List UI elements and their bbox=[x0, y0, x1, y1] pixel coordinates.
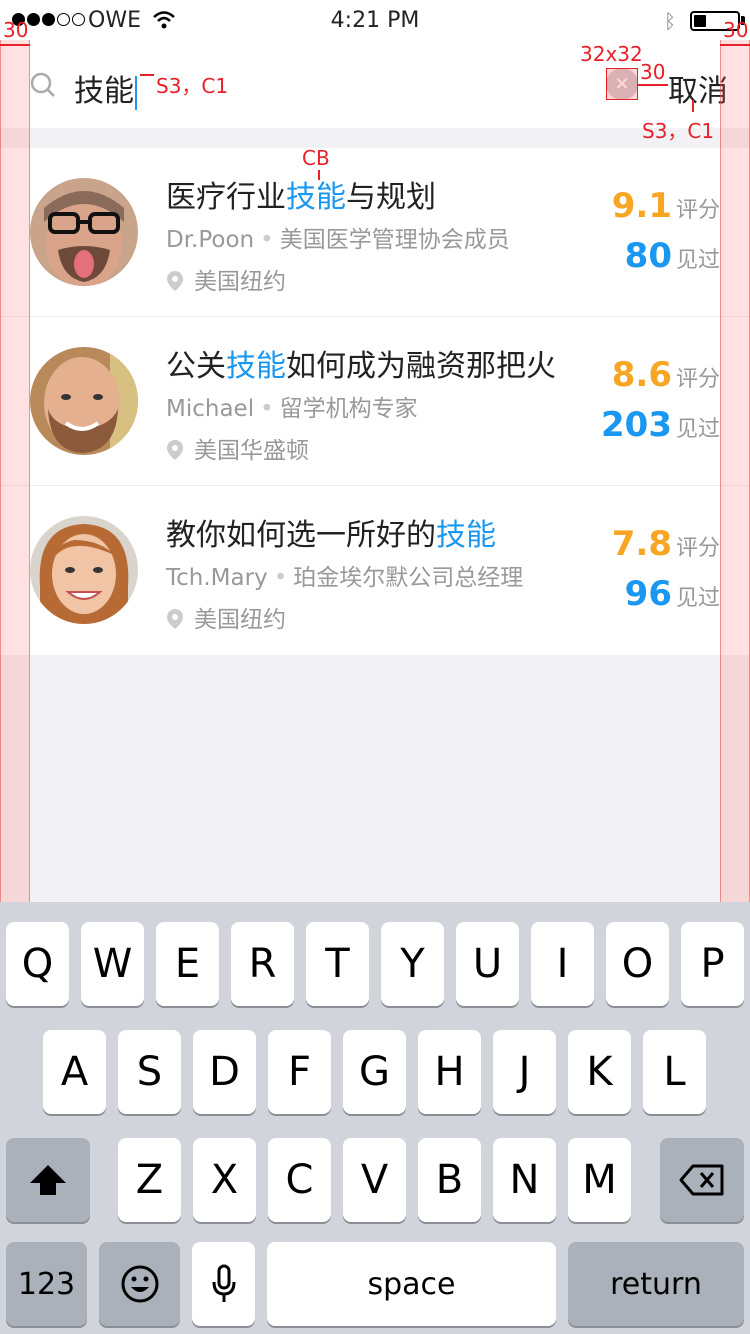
avatar bbox=[30, 347, 138, 455]
search-query: 技能 bbox=[74, 74, 134, 109]
location-pin-icon bbox=[167, 609, 183, 629]
emoji-key[interactable] bbox=[99, 1242, 180, 1326]
key-o[interactable]: O bbox=[606, 922, 669, 1006]
list-item[interactable]: 医疗行业技能与规划 Dr.Poon • 美国医学管理协会成员 美国纽约 9.1 评分 … bbox=[0, 148, 750, 317]
seen-count: 203 见过 bbox=[601, 405, 720, 445]
key-x[interactable]: X bbox=[193, 1138, 256, 1222]
key-a[interactable]: A bbox=[43, 1030, 106, 1114]
backspace-icon bbox=[679, 1164, 724, 1196]
shift-key[interactable] bbox=[6, 1138, 90, 1222]
emoji-icon bbox=[121, 1265, 158, 1303]
result-author: Tch.Mary • 珀金埃尔默公司总经理 bbox=[166, 565, 524, 591]
left-margin-label: 30 bbox=[3, 18, 29, 42]
bluetooth-icon: ᛒ bbox=[664, 9, 676, 33]
key-b[interactable]: B bbox=[418, 1138, 481, 1222]
result-location: 美国纽约 bbox=[166, 600, 286, 634]
result-author: Dr.Poon • 美国医学管理协会成员 bbox=[166, 227, 510, 253]
shift-icon bbox=[30, 1165, 66, 1195]
score: 8.6 评分 bbox=[611, 355, 720, 395]
microphone-icon bbox=[212, 1264, 235, 1302]
highlight-style-label: CB bbox=[302, 146, 330, 170]
search-input[interactable]: 技能 bbox=[74, 66, 137, 110]
result-title: 医疗行业技能与规划 bbox=[166, 180, 436, 215]
cancel-style-line bbox=[692, 100, 694, 112]
key-p[interactable]: P bbox=[681, 922, 744, 1006]
clear-gap-label: 30 bbox=[640, 60, 666, 84]
list-item[interactable]: 教你如何选一所好的技能 Tch.Mary • 珀金埃尔默公司总经理 美国纽约 7.8… bbox=[0, 486, 750, 655]
key-k[interactable]: K bbox=[568, 1030, 631, 1114]
key-c[interactable]: C bbox=[268, 1138, 331, 1222]
clear-size-label: 32x32 bbox=[580, 42, 643, 66]
key-m[interactable]: M bbox=[568, 1138, 631, 1222]
clear-size-box bbox=[606, 68, 638, 100]
search-style-line bbox=[140, 74, 154, 76]
key-l[interactable]: L bbox=[643, 1030, 706, 1114]
left-margin-line bbox=[0, 44, 30, 46]
left-margin-guide bbox=[0, 40, 30, 902]
keyword-highlight: 技能 bbox=[286, 180, 346, 215]
keyboard: Q W E R T Y U I O P A S D F G H J K L Z … bbox=[0, 902, 750, 1334]
seen-count: 96 见过 bbox=[624, 574, 720, 614]
score: 9.1 评分 bbox=[611, 186, 720, 226]
avatar bbox=[30, 516, 138, 624]
right-margin-line bbox=[720, 44, 750, 46]
cancel-button[interactable]: 取消 bbox=[668, 66, 728, 110]
key-d[interactable]: D bbox=[193, 1030, 256, 1114]
location-pin-icon bbox=[167, 271, 183, 291]
key-r[interactable]: R bbox=[231, 922, 294, 1006]
right-margin-label: 30 bbox=[723, 18, 749, 42]
avatar bbox=[30, 178, 138, 286]
return-key[interactable]: return bbox=[568, 1242, 744, 1326]
delete-key[interactable] bbox=[660, 1138, 744, 1222]
numbers-key[interactable]: 123 bbox=[6, 1242, 87, 1326]
list-item[interactable]: 公关技能如何成为融资那把火 Michael • 留学机构专家 美国华盛顿 8.6 评分… bbox=[0, 317, 750, 486]
key-t[interactable]: T bbox=[306, 922, 369, 1006]
key-i[interactable]: I bbox=[531, 922, 594, 1006]
keyword-highlight: 技能 bbox=[226, 349, 286, 384]
keyword-highlight: 技能 bbox=[436, 518, 496, 553]
key-f[interactable]: F bbox=[268, 1030, 331, 1114]
result-title: 教你如何选一所好的技能 bbox=[166, 518, 496, 553]
space-key[interactable]: space bbox=[267, 1242, 556, 1326]
key-y[interactable]: Y bbox=[381, 922, 444, 1006]
score: 7.8 评分 bbox=[611, 524, 720, 564]
key-e[interactable]: E bbox=[156, 922, 219, 1006]
key-q[interactable]: Q bbox=[6, 922, 69, 1006]
status-bar: OWE 4:21 PM ᛒ bbox=[0, 0, 750, 40]
seen-count: 80 见过 bbox=[624, 236, 720, 276]
result-title: 公关技能如何成为融资那把火 bbox=[166, 349, 556, 384]
result-location: 美国纽约 bbox=[166, 262, 286, 296]
key-u[interactable]: U bbox=[456, 922, 519, 1006]
search-icon bbox=[30, 72, 55, 97]
text-caret bbox=[135, 75, 137, 110]
result-author: Michael • 留学机构专家 bbox=[166, 396, 418, 422]
result-location: 美国华盛顿 bbox=[166, 431, 309, 465]
key-g[interactable]: G bbox=[343, 1030, 406, 1114]
clock: 4:21 PM bbox=[330, 8, 420, 33]
section-divider bbox=[0, 128, 750, 148]
result-list: 医疗行业技能与规划 Dr.Poon • 美国医学管理协会成员 美国纽约 9.1 评分 … bbox=[0, 148, 750, 655]
key-h[interactable]: H bbox=[418, 1030, 481, 1114]
dictation-key[interactable] bbox=[192, 1242, 255, 1326]
key-v[interactable]: V bbox=[343, 1138, 406, 1222]
location-pin-icon bbox=[167, 440, 183, 460]
key-z[interactable]: Z bbox=[118, 1138, 181, 1222]
search-style-label: S3，C1 bbox=[156, 74, 229, 98]
right-margin-guide bbox=[720, 40, 750, 902]
key-w[interactable]: W bbox=[81, 922, 144, 1006]
key-j[interactable]: J bbox=[493, 1030, 556, 1114]
clear-gap-line bbox=[638, 84, 668, 86]
key-s[interactable]: S bbox=[118, 1030, 181, 1114]
cancel-style-label: S3，C1 bbox=[642, 119, 715, 143]
highlight-style-line bbox=[318, 170, 320, 180]
key-n[interactable]: N bbox=[493, 1138, 556, 1222]
